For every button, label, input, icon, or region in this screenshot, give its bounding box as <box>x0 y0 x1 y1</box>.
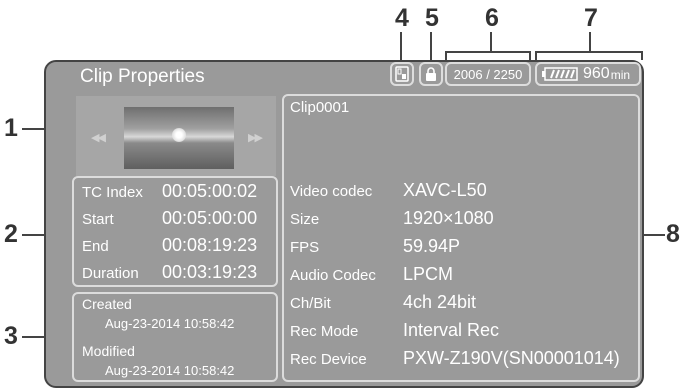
duration-label: Duration <box>82 265 139 282</box>
audio-codec-label: Audio Codec <box>290 267 376 284</box>
battery-unit: min <box>610 68 631 82</box>
rec-device-label: Rec Device <box>290 351 367 368</box>
start-value: 00:05:00:00 <box>162 208 258 228</box>
leader-line-5 <box>430 32 432 62</box>
callout-1: 1 <box>4 114 18 142</box>
rec-mode-value: Interval Rec <box>403 320 500 340</box>
previous-clip-icon[interactable]: ◀◀ <box>91 131 106 144</box>
created-label: Created <box>82 296 132 312</box>
lock-icon <box>419 62 443 86</box>
fps-label: FPS <box>290 239 320 256</box>
size-label: Size <box>290 211 320 228</box>
callout-7: 7 <box>584 4 598 32</box>
media-card-icon <box>390 62 414 86</box>
leader-line-7 <box>589 32 591 52</box>
bracket-7 <box>535 51 643 53</box>
end-label: End <box>82 238 109 255</box>
next-clip-icon[interactable]: ▶▶ <box>248 131 263 144</box>
battery-status: 960 min <box>535 62 641 86</box>
modified-value: Aug-23-2014 10:58:42 <box>105 363 235 378</box>
callout-3: 3 <box>4 322 18 350</box>
clip-name: Clip0001 <box>290 99 350 116</box>
audio-codec-value: LPCM <box>403 264 454 284</box>
size-value: 1920×1080 <box>403 208 494 228</box>
battery-remaining: 960 <box>583 65 610 82</box>
bracket-6-right <box>529 51 531 60</box>
fps-value: 59.94P <box>403 236 461 256</box>
video-codec-label: Video codec <box>290 183 373 200</box>
rec-device-value: PXW-Z190V(SN00001014) <box>403 348 620 368</box>
bracket-6 <box>445 51 531 53</box>
battery-icon <box>542 67 578 81</box>
leader-line-8 <box>641 234 665 236</box>
duration-value: 00:03:19:23 <box>162 262 258 282</box>
ch-bit-value: 4ch 24bit <box>403 292 477 312</box>
bracket-7-right <box>641 51 643 60</box>
end-value: 00:08:19:23 <box>162 235 258 255</box>
callout-4: 4 <box>395 4 409 32</box>
callout-5: 5 <box>425 4 439 32</box>
leader-line-4 <box>400 32 402 62</box>
tc-index-value: 00:05:00:02 <box>162 181 258 201</box>
bracket-7-left <box>535 51 537 60</box>
callout-6: 6 <box>485 4 499 32</box>
ch-bit-label: Ch/Bit <box>290 295 331 312</box>
start-label: Start <box>82 211 114 228</box>
leader-line-6 <box>490 32 492 52</box>
bracket-6-left <box>445 51 447 60</box>
clip-counter: 2006 / 2250 <box>445 62 531 86</box>
sun-image <box>172 128 186 142</box>
video-codec-value: XAVC-L50 <box>403 180 487 200</box>
created-value: Aug-23-2014 10:58:42 <box>105 316 235 331</box>
modified-label: Modified <box>82 343 135 359</box>
clip-thumbnail <box>124 107 234 169</box>
rec-mode-label: Rec Mode <box>290 323 359 340</box>
callout-2: 2 <box>4 220 18 248</box>
callout-8: 8 <box>666 220 680 248</box>
screen-title: Clip Properties <box>80 66 205 87</box>
tc-index-label: TC Index <box>82 184 143 201</box>
